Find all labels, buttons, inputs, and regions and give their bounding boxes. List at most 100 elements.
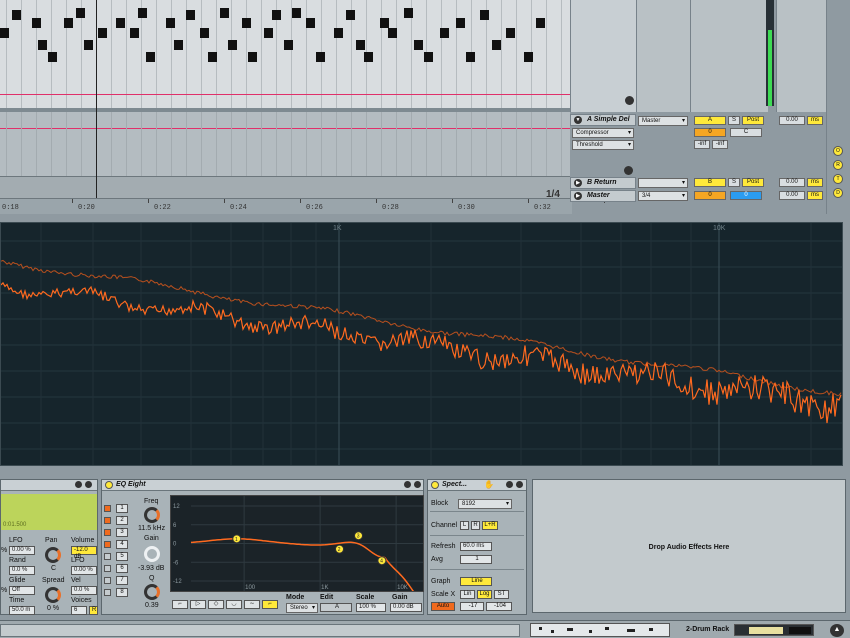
midi-note[interactable] [166,18,175,28]
vel-field[interactable]: 0.0 % [71,586,97,595]
retrigger-button[interactable]: R [89,606,98,615]
scale-field[interactable]: 100 % [356,603,386,612]
midi-note[interactable] [346,10,355,20]
midi-note[interactable] [440,28,449,38]
midi-note[interactable] [116,18,125,28]
band-4-toggle[interactable] [104,541,111,548]
track-activator-a[interactable]: A [694,116,726,125]
scale-lin-button[interactable]: Lin [460,590,475,599]
power-icon[interactable] [431,481,439,489]
automation-lanes[interactable] [0,112,570,176]
midi-note[interactable] [264,28,273,38]
save-preset-icon[interactable] [506,481,513,488]
channel-lr-button[interactable]: L+R [482,521,498,530]
delay-unit-button[interactable]: ms [807,116,823,125]
lfo-field[interactable]: 0.00 % [9,546,35,555]
midi-note[interactable] [138,8,147,18]
midi-note[interactable] [38,40,47,50]
q-knob[interactable] [144,584,160,600]
rand-field[interactable]: 0.0 % [9,566,35,575]
side-toggle-d[interactable]: D [833,188,843,198]
sampler-title-bar[interactable] [1,480,97,491]
voices-field[interactable]: 6 [71,606,87,615]
fold-device-icon[interactable] [414,481,421,488]
midi-note[interactable] [84,40,93,50]
midi-note[interactable] [466,52,475,62]
refresh-field[interactable]: 60.0 ms [460,542,492,551]
midi-note[interactable] [186,10,195,20]
master-volume[interactable]: 0 [694,191,726,200]
range-low-field[interactable]: -17 [460,602,484,611]
track-delay-field[interactable]: 0.00 [779,116,805,125]
midi-note[interactable] [242,18,251,28]
edit-button[interactable]: A [320,603,352,612]
master-track-header[interactable]: ▶ Master [570,190,636,202]
midi-note[interactable] [130,28,139,38]
band-3-button[interactable]: 3 [116,528,128,537]
midi-note[interactable] [284,40,293,50]
freq-knob[interactable] [144,507,160,523]
channel-l-button[interactable]: L [460,521,469,530]
scale-st-button[interactable]: ST [494,590,509,599]
band-5-button[interactable]: 5 [116,552,128,561]
post-button[interactable]: Post [742,116,764,125]
midi-note[interactable] [228,40,237,50]
mode-chooser[interactable]: Stereo [286,603,318,613]
midi-note[interactable] [12,10,21,20]
expand-up-icon[interactable]: ▲ [830,624,844,637]
midi-note[interactable] [200,28,209,38]
band-6-toggle[interactable] [104,565,111,572]
track-delay-field[interactable]: 0.00 [779,178,805,187]
midi-note[interactable] [424,52,433,62]
fold-icon[interactable]: ▼ [574,116,582,124]
band-8-button[interactable]: 8 [116,588,128,597]
automation-line[interactable] [0,128,570,129]
midi-note[interactable] [208,52,217,62]
midi-note[interactable] [98,28,107,38]
volume-field[interactable]: -12.0 dB [71,546,97,560]
track-a-return-header[interactable]: ▼ A Simple Del [570,114,636,126]
auto-button[interactable]: Auto [431,602,455,611]
add-lane-icon[interactable] [624,166,633,175]
side-toggle-r[interactable]: R [833,160,843,170]
power-icon[interactable] [105,481,113,489]
side-toggle-o[interactable]: O [833,146,843,156]
fold-icon[interactable]: ▶ [574,192,582,200]
time-field[interactable]: 50.0 m [9,606,35,615]
midi-note[interactable] [456,18,465,28]
automation-line[interactable] [0,94,570,95]
filter-type-button[interactable]: ∼ [244,600,260,609]
spread-knob[interactable] [45,587,61,603]
midi-note[interactable] [146,52,155,62]
post-button[interactable]: Post [742,178,764,187]
midi-note[interactable] [316,52,325,62]
glide-field[interactable]: Off [9,586,35,595]
midi-note[interactable] [388,28,397,38]
band-5-toggle[interactable] [104,553,111,560]
midi-note[interactable] [48,52,57,62]
save-preset-icon[interactable] [404,481,411,488]
midi-note[interactable] [356,40,365,50]
output-chooser[interactable]: Master [638,116,688,126]
fold-icon[interactable]: ▶ [574,179,582,187]
track-delay-field[interactable]: 0.00 [779,191,805,200]
lfo2-field[interactable]: 0.00 % [71,566,97,575]
delay-unit-button[interactable]: ms [807,191,823,200]
spectrum-title-bar[interactable]: Spect... ✋ [428,480,526,491]
device-chooser[interactable]: Compressor [572,128,634,138]
hand-icon[interactable]: ✋ [484,480,494,490]
sample-display[interactable]: 0:01.500 [1,494,97,530]
midi-note[interactable] [364,52,373,62]
midi-note[interactable] [306,18,315,28]
midi-note[interactable] [414,40,423,50]
master-lane[interactable] [0,176,570,198]
range-high-field[interactable]: -104 [486,602,512,611]
midi-note[interactable] [380,18,389,28]
band-2-button[interactable]: 2 [116,516,128,525]
midi-note[interactable] [524,52,533,62]
volume-field[interactable]: 0 [694,128,726,137]
channel-r-button[interactable]: R [471,521,480,530]
band-4-button[interactable]: 4 [116,540,128,549]
midi-note[interactable] [248,52,257,62]
midi-note[interactable] [220,8,229,18]
